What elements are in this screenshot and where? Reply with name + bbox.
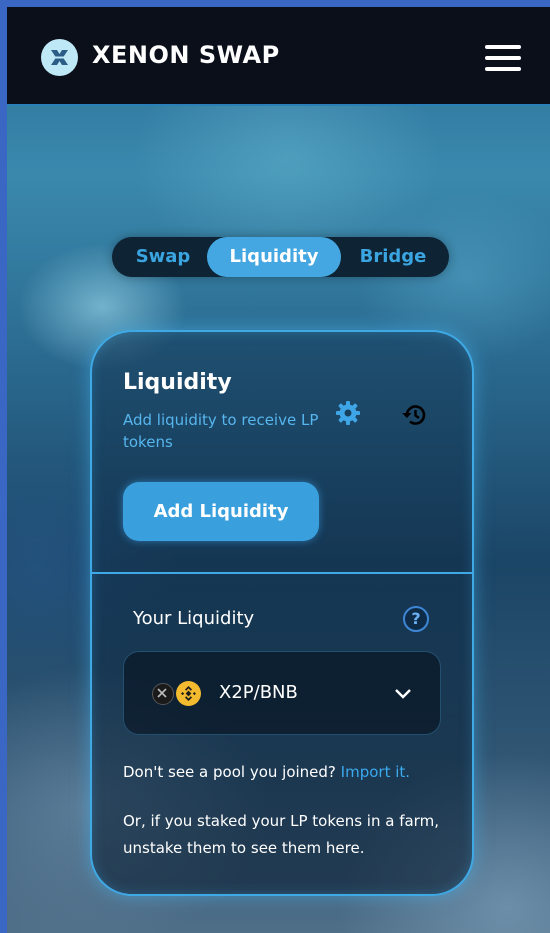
bnb-token-icon [176, 681, 201, 706]
pair-name: X2P/BNB [219, 682, 298, 703]
history-icon[interactable] [399, 402, 427, 428]
brand-name[interactable]: XENON SWAP [92, 41, 280, 69]
gear-icon[interactable] [335, 400, 361, 426]
liquidity-pair-dropdown[interactable]: X2P/BNB [123, 651, 441, 735]
xenon-logo-icon[interactable] [41, 39, 78, 76]
tab-bridge[interactable]: Bridge [340, 237, 446, 277]
your-liquidity-label: Your Liquidity [133, 608, 255, 629]
chevron-down-icon[interactable] [394, 685, 412, 699]
import-prompt: Don't see a pool you joined? Import it. [123, 763, 410, 781]
question-icon[interactable]: ? [403, 606, 429, 632]
x2p-token-icon [152, 683, 174, 705]
import-link[interactable]: Import it. [341, 763, 410, 781]
staked-note: Or, if you staked your LP tokens in a fa… [123, 812, 439, 857]
tab-liquidity[interactable]: Liquidity [207, 237, 341, 277]
hamburger-menu-icon[interactable] [485, 45, 521, 73]
import-prompt-text: Don't see a pool you joined? [123, 763, 336, 781]
card-subtitle: Add liquidity to receive LP tokens [123, 411, 319, 451]
tab-swap[interactable]: Swap [118, 237, 208, 277]
divider [92, 572, 472, 574]
card-title: Liquidity [123, 370, 232, 395]
add-liquidity-button[interactable]: Add Liquidity [123, 482, 319, 541]
app-frame: XENON SWAP Swap Liquidity Bridge Liquidi… [7, 7, 550, 933]
top-navigation-bar: XENON SWAP [7, 7, 550, 106]
section-tabs: Swap Liquidity Bridge [112, 237, 449, 277]
liquidity-card: Liquidity Add liquidity to receive LP to… [90, 330, 474, 896]
